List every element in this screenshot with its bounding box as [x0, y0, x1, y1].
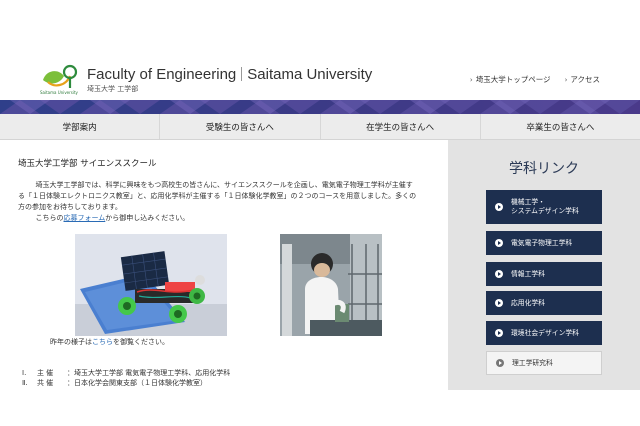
site-title-faculty: Faculty of Engineering: [87, 66, 237, 83]
dept-link-graduate-school[interactable]: 理工学研究科: [486, 351, 602, 375]
page-title: 埼玉大学工学部 サイエンススクール: [18, 159, 157, 169]
nav-item-faculty-guide[interactable]: 学部案内: [0, 114, 161, 139]
lab-experiment-photo: [280, 234, 382, 336]
dept-link-electrical[interactable]: 電気電子物理工学科: [486, 231, 602, 255]
decorative-band: [0, 100, 640, 114]
arrow-circle-icon: [495, 239, 503, 247]
main-content: 埼玉大学工学部 サイエンススクール 埼玉大学工学部では、科学に興味をもつ高校生の…: [0, 140, 448, 390]
solar-car-photo: [75, 234, 227, 336]
site-subtitle: 埼玉大学 工学部: [87, 85, 139, 93]
apply-line: こちらの応募フォームから御申し込みください。: [35, 214, 190, 222]
access-link[interactable]: › アクセス: [565, 74, 600, 85]
arrow-circle-icon: [495, 270, 503, 278]
arrow-circle-icon: [495, 203, 503, 211]
chevron-right-icon: ›: [564, 76, 568, 84]
event-info: Ⅰ. 主催 ：埼玉大学工学部 電気電子物理工学科、応用化学科 Ⅱ. 共催 ：日本化学会関…: [22, 368, 230, 388]
dept-link-applied-chemistry[interactable]: 応用化学科: [486, 291, 602, 315]
arrow-circle-icon: [495, 299, 503, 307]
nav-item-applicants[interactable]: 受験生の皆さんへ: [160, 114, 321, 139]
site-header: Saitama University Faculty of Engineerin…: [0, 0, 640, 100]
dept-link-mechanical[interactable]: 機械工学・ システムデザイン学科: [486, 190, 602, 224]
department-links-sidebar: 学科リンク 機械工学・ システムデザイン学科 電気電子物理工学科 情報工学科 応用…: [448, 140, 640, 390]
last-year-link[interactable]: こちら: [92, 338, 113, 346]
univ-top-link[interactable]: › 埼玉大学トップページ: [470, 74, 551, 85]
dept-link-environment[interactable]: 環境社会デザイン学科: [486, 321, 602, 345]
intro-paragraph: 埼玉大学工学部では、科学に興味をもつ高校生の皆さんに、サイエンススクールを企画し…: [18, 181, 417, 211]
header-links: › 埼玉大学トップページ › アクセス: [470, 74, 600, 85]
title-divider: [241, 67, 243, 81]
sidebar-title: 学科リンク: [509, 161, 579, 177]
application-form-link[interactable]: 応募フォーム: [64, 214, 106, 222]
arrow-circle-icon: [495, 329, 503, 337]
intro-text: 埼玉大学工学部では、科学に興味をもつ高校生の皆さんに、サイエンススクールを企画し…: [18, 180, 418, 224]
info-row-organizer: Ⅰ. 主催 ：埼玉大学工学部 電気電子物理工学科、応用化学科: [22, 369, 231, 377]
dept-link-information[interactable]: 情報工学科: [486, 262, 602, 286]
last-year-caption: 昨年の様子はこちらを御覧ください。: [50, 338, 169, 346]
chevron-right-icon: ›: [469, 76, 473, 84]
arrow-circle-icon: [496, 359, 504, 367]
site-title-university: Saitama University: [247, 66, 373, 83]
global-nav: 学部案内 受験生の皆さんへ 在学生の皆さんへ 卒業生の皆さんへ: [0, 114, 640, 140]
page-bottom: [0, 390, 640, 426]
logo-caption: Saitama University: [40, 90, 78, 95]
nav-item-students[interactable]: 在学生の皆さんへ: [321, 114, 481, 139]
info-row-cosponsor: Ⅱ. 共催 ：日本化学会関東支部（１日体験化学教室）: [22, 379, 207, 387]
nav-item-alumni[interactable]: 卒業生の皆さんへ: [481, 114, 640, 139]
site-title[interactable]: Faculty of Engineering Saitama University: [87, 66, 372, 83]
